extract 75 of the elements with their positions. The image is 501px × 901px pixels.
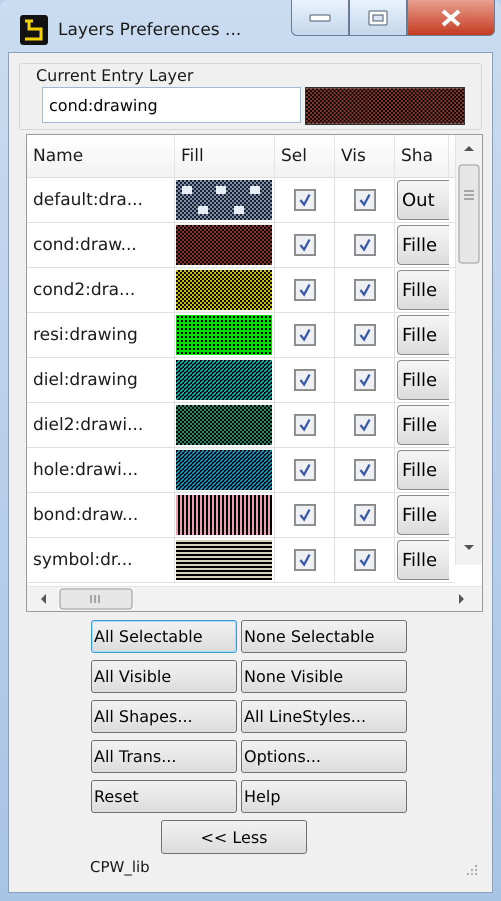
action-button[interactable]: All Trans... — [91, 740, 237, 773]
action-button[interactable]: All Visible — [91, 660, 237, 693]
fill-swatch[interactable] — [176, 270, 272, 310]
close-icon — [440, 8, 462, 26]
checkbox[interactable] — [354, 459, 376, 481]
checkbox[interactable] — [354, 324, 376, 346]
maximize-icon — [368, 10, 388, 26]
vertical-scrollbar[interactable] — [455, 135, 482, 565]
less-button[interactable]: << Less — [161, 820, 307, 854]
layer-name[interactable]: diel:drawing — [27, 358, 175, 402]
layer-name[interactable]: symbol:dr... — [27, 538, 175, 582]
minimize-icon — [309, 14, 331, 22]
resize-grip-icon[interactable] — [466, 864, 478, 876]
fill-swatch[interactable] — [176, 180, 272, 220]
shape-button[interactable]: Fille — [397, 450, 449, 490]
fill-swatch[interactable] — [176, 495, 272, 535]
checkbox[interactable] — [354, 189, 376, 211]
close-button[interactable] — [407, 0, 495, 36]
maximize-button[interactable] — [349, 0, 407, 36]
shape-button[interactable]: Fille — [397, 270, 449, 310]
checkbox[interactable] — [294, 459, 316, 481]
shape-button[interactable]: Out — [397, 180, 449, 220]
layer-name[interactable]: diel2:drawi... — [27, 403, 175, 447]
shape-button[interactable]: Fille — [397, 405, 449, 445]
action-button[interactable]: None Selectable — [241, 620, 407, 653]
layer-name[interactable]: cond:draw... — [27, 223, 175, 267]
layer-name[interactable]: hole:drawi... — [27, 448, 175, 492]
action-button[interactable]: All Shapes... — [91, 700, 237, 733]
checkbox[interactable] — [294, 189, 316, 211]
shape-button[interactable]: Fille — [397, 225, 449, 265]
action-button[interactable]: Options... — [241, 740, 407, 773]
layer-name[interactable]: cond2:dra... — [27, 268, 175, 312]
column-header[interactable]: Vis — [335, 135, 395, 177]
minimize-button[interactable] — [291, 0, 349, 36]
column-header[interactable]: Sel — [275, 135, 335, 177]
checkbox[interactable] — [294, 324, 316, 346]
column-header[interactable]: Fill — [175, 135, 275, 177]
layer-name[interactable]: resi:drawing — [27, 313, 175, 357]
checkbox[interactable] — [294, 414, 316, 436]
window-title: Layers Preferences ... — [58, 20, 242, 40]
action-button[interactable]: None Visible — [241, 660, 407, 693]
fill-swatch[interactable] — [176, 450, 272, 490]
checkbox[interactable] — [294, 504, 316, 526]
shape-button[interactable]: Fille — [397, 315, 449, 355]
checkbox[interactable] — [354, 504, 376, 526]
checkbox[interactable] — [294, 234, 316, 256]
fill-swatch[interactable] — [176, 225, 272, 265]
checkbox[interactable] — [354, 369, 376, 391]
layer-name[interactable]: default:dra... — [27, 178, 175, 222]
action-button[interactable]: Help — [241, 780, 407, 813]
checkbox[interactable] — [294, 549, 316, 571]
fill-swatch[interactable] — [304, 87, 465, 125]
fill-swatch[interactable] — [176, 315, 272, 355]
shape-button[interactable]: Fille — [397, 540, 449, 580]
checkbox[interactable] — [294, 369, 316, 391]
shape-button[interactable]: Fille — [397, 360, 449, 400]
action-button[interactable]: All LineStyles... — [241, 700, 407, 733]
app-icon — [20, 15, 48, 45]
checkbox[interactable] — [354, 414, 376, 436]
checkbox[interactable] — [294, 279, 316, 301]
action-button[interactable]: All Selectable — [91, 620, 237, 653]
checkbox[interactable] — [354, 279, 376, 301]
checkbox[interactable] — [354, 234, 376, 256]
fill-swatch[interactable] — [176, 540, 272, 580]
library-label: CPW_lib — [90, 858, 150, 876]
action-button[interactable]: Reset — [91, 780, 237, 813]
horizontal-scrollbar[interactable] — [27, 586, 482, 611]
column-header[interactable]: Name — [27, 135, 175, 177]
fill-swatch[interactable] — [176, 360, 272, 400]
fill-swatch[interactable] — [176, 405, 272, 445]
checkbox[interactable] — [354, 549, 376, 571]
layer-name[interactable]: bond:draw... — [27, 493, 175, 537]
shape-button[interactable]: Fille — [397, 495, 449, 535]
layer-field[interactable]: cond:drawing — [42, 87, 301, 123]
column-header[interactable]: Sha — [395, 135, 449, 177]
